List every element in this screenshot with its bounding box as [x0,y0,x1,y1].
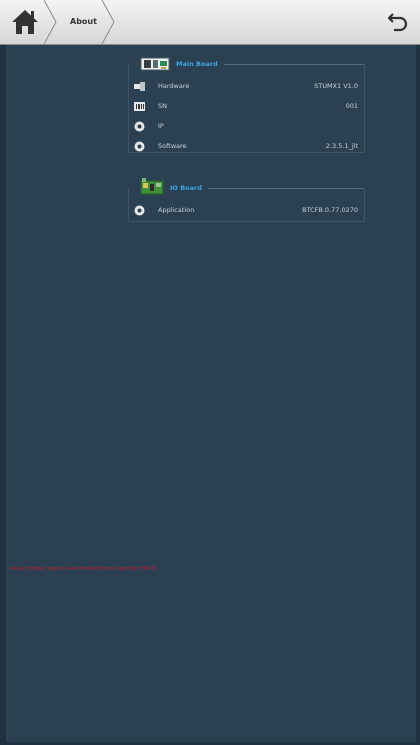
ip-row: IP [128,116,364,136]
software-value: 2.3.5.1_jlt [325,142,358,150]
sn-row: SN 001 [128,96,364,116]
back-arrow-icon [387,13,408,32]
firmware-warning-text: Iecas firmver region wesrmvde firmes nen… [10,566,156,572]
gear-icon [134,205,145,216]
sn-value: 001 [345,102,358,110]
left-edge [0,45,6,745]
io-board-section: IO Board Application BTCFB.0.77.0270 [128,178,365,222]
software-label: Software [158,142,187,150]
top-bar: About [0,0,420,45]
breadcrumb-separator-icon [101,0,115,44]
software-row: Software 2.3.5.1_jlt [128,136,364,156]
back-button[interactable] [376,0,420,44]
application-row: Application BTCFB.0.77.0270 [128,200,364,220]
gear-icon [134,121,145,132]
breadcrumb-separator-icon [43,0,57,44]
usb-icon [134,82,145,91]
home-icon [12,10,38,34]
main-board-section: Main Board Hardware STUMX1 V1.0 SN 001 I… [128,56,365,153]
hardware-value: STUMX1 V1.0 [314,82,358,90]
hardware-label: Hardware [158,82,190,90]
application-label: Application [158,206,195,214]
ip-label: IP [158,122,164,130]
gear-icon [134,141,145,152]
hardware-row: Hardware STUMX1 V1.0 [128,76,364,96]
application-value: BTCFB.0.77.0270 [302,206,358,214]
sn-label: SN [158,102,167,110]
barcode-icon [134,102,145,111]
breadcrumb-about[interactable]: About [70,0,97,44]
right-edge [416,45,420,745]
